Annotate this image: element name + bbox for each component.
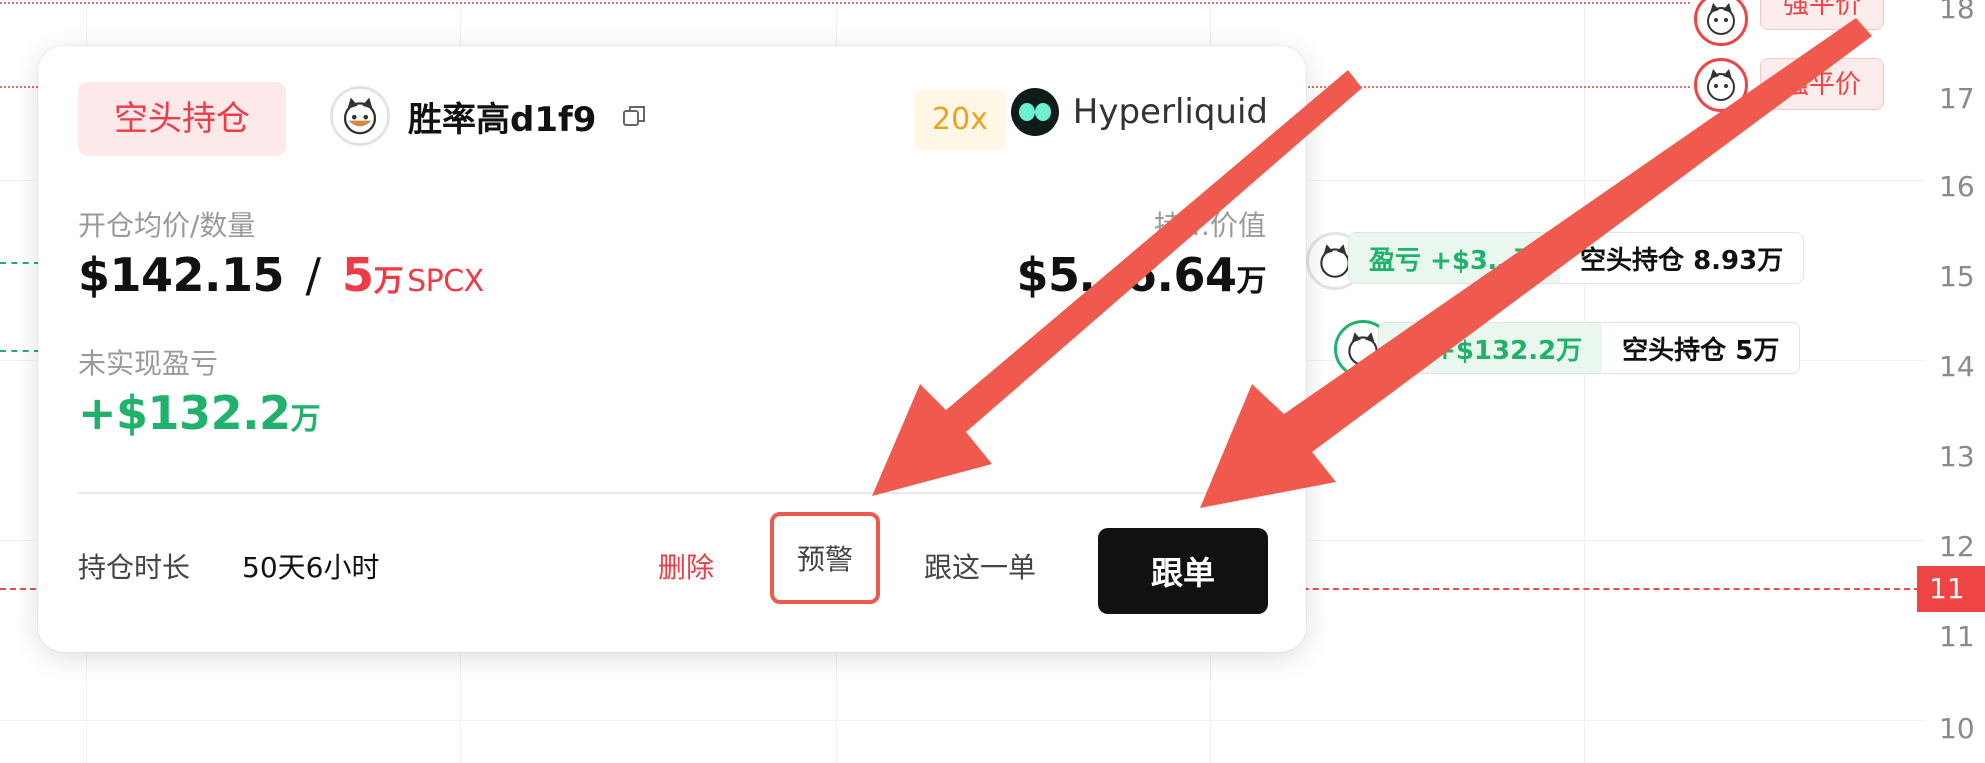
unrealized-pnl-amount: +$132.2 [78, 386, 291, 440]
grid-line [1584, 0, 1585, 763]
qty-unit: 万 [373, 264, 404, 299]
y-axis-label: 15 [1939, 260, 1975, 293]
y-axis-label: 12 [1939, 530, 1975, 563]
y-axis-label: 14 [1939, 350, 1975, 383]
y-axis-label: 11 [1939, 620, 1975, 653]
liquidation-price-tag[interactable]: 强平价 [1760, 58, 1885, 110]
position-size: 空头持仓 8.93万 [1580, 245, 1784, 276]
hold-duration-label: 持仓时长 [78, 551, 191, 584]
y-axis-label: 16 [1939, 170, 1975, 203]
trader-name: 胜率高d1f9 [408, 99, 597, 140]
entry-price-qty: $142.15 / 5万 SPCX [78, 248, 484, 302]
position-popup-card: 空头持仓 胜率高d1f9 20x Hyperliquid 开仓均价/数量 $14… [38, 46, 1306, 652]
position-value-label: 持…价值 [1153, 209, 1266, 242]
position-pnl: 盈亏 +$3…万 [1349, 233, 1561, 283]
exchange-name: Hyperliquid [1072, 92, 1268, 132]
copy-this-order-button[interactable]: 跟这一单 [924, 546, 1036, 586]
position-line [0, 262, 40, 264]
pnl-unit: 万 [290, 402, 321, 437]
alert-button[interactable]: 预警 [770, 512, 880, 604]
divider [78, 492, 1266, 494]
trader-avatar [1694, 0, 1748, 46]
trader-avatar [330, 86, 390, 146]
position-qty: 5 [342, 248, 374, 302]
trader-info[interactable]: 胜率高d1f9 [330, 86, 648, 146]
exchange-info: Hyperliquid [1010, 88, 1268, 136]
hyperliquid-logo-icon [1010, 88, 1059, 136]
leverage-badge: 20x [914, 90, 1006, 150]
position-chip[interactable]: 亏 +$132.2万 空头持仓 5万 [1378, 322, 1801, 374]
y-axis-label: 13 [1939, 440, 1975, 473]
y-axis-label: 17 [1939, 82, 1975, 115]
delete-button[interactable]: 删除 [658, 546, 714, 586]
position-pnl: 亏 +$132.2万 [1379, 323, 1603, 373]
position-size: 空头持仓 5万 [1622, 335, 1780, 366]
follow-button[interactable]: 跟单 [1098, 528, 1268, 614]
liquidation-price-tag[interactable]: 强平价 [1760, 0, 1885, 30]
liquidation-line [0, 2, 1690, 4]
hold-duration-value: 50天6小时 [242, 551, 380, 584]
copy-icon[interactable] [620, 102, 648, 130]
position-side-badge: 空头持仓 [78, 82, 286, 156]
cat-avatar-icon [1707, 69, 1735, 101]
y-axis-label: 10 [1939, 712, 1975, 745]
asset-symbol: SPCX [407, 264, 484, 299]
trader-avatar [1694, 58, 1748, 112]
entry-label: 开仓均价/数量 [78, 209, 256, 242]
entry-price: $142.15 [78, 248, 285, 302]
position-value-amount: $5…6.64 [1016, 248, 1237, 302]
y-axis-label: 18 [1939, 0, 1975, 25]
cat-avatar-icon [343, 97, 377, 135]
position-chip[interactable]: 盈亏 +$3…万 空头持仓 8.93万 [1348, 232, 1805, 284]
value-unit: 万 [1236, 264, 1267, 299]
position-line [0, 350, 40, 352]
grid-line [0, 720, 1925, 721]
unrealized-pnl-label: 未实现盈亏 [78, 347, 219, 380]
unrealized-pnl: +$132.2万 [78, 386, 321, 440]
cat-avatar-icon [1707, 3, 1735, 35]
position-value: $5…6.64万 [1016, 248, 1266, 302]
current-price-tag: 11 [1917, 566, 1985, 612]
separator: / [305, 248, 322, 302]
